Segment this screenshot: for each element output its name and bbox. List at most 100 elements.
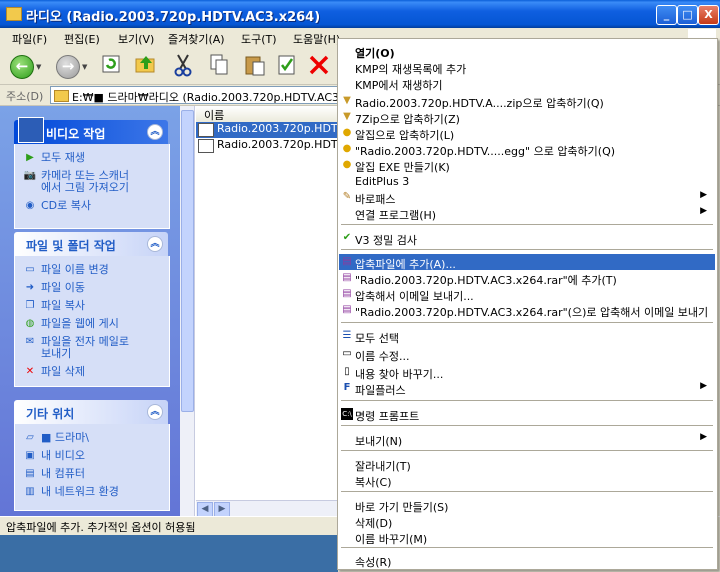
menu-item-editplus[interactable]: EditPlus 3 <box>339 173 715 189</box>
menu-separator <box>341 224 713 225</box>
task-copy[interactable]: ❐ 파일 복사 <box>23 300 85 312</box>
menu-item-alzip-exe[interactable]: ● 알집 EXE 만들기(K) <box>339 157 715 174</box>
task-move[interactable]: ➜ 파일 이동 <box>23 282 85 294</box>
back-dropdown-icon[interactable]: ▼ <box>36 63 41 71</box>
menu-item-7zip-compress[interactable]: ▼ 7Zip으로 압축하기(Z) <box>339 109 715 126</box>
menu-item-add-to-archive[interactable]: ▤ 압축파일에 추가(A)... <box>339 254 715 271</box>
horizontal-scrollbar[interactable]: ◀ ▶ <box>196 500 338 517</box>
vertical-scrollbar[interactable] <box>180 106 195 516</box>
task-publish-web[interactable]: ◍ 파일을 웹에 게시 <box>23 318 119 330</box>
menu-favorites[interactable]: 즐겨찾기(A) <box>168 31 225 47</box>
menu-item-send-to[interactable]: 보내기(N) ▶ <box>339 431 715 448</box>
menu-edit[interactable]: 편집(E) <box>64 31 100 47</box>
place-network[interactable]: ▥ 내 네트워크 환경 <box>23 486 119 498</box>
play-icon: ▶ <box>26 152 34 163</box>
menu-item-open[interactable]: 열기(O) <box>339 43 715 60</box>
paste-icon[interactable] <box>244 53 270 79</box>
menu-item-cut[interactable]: 잘라내기(T) <box>339 456 715 473</box>
delete-x-icon: ✕ <box>25 366 35 377</box>
network-icon: ▥ <box>25 486 35 497</box>
menu-item-copy[interactable]: 복사(C) <box>339 472 715 489</box>
collapse-chevron-icon[interactable]: ︽ <box>147 404 163 420</box>
task-email-line2[interactable]: 보내기 <box>41 348 71 360</box>
folder-icon: ▱ <box>26 432 34 443</box>
menu-separator <box>341 400 713 401</box>
collapse-chevron-icon[interactable]: ︽ <box>147 236 163 252</box>
menu-item-command-prompt[interactable]: C:\ 명령 프롬프트 <box>339 406 715 423</box>
camera-icon: 📷 <box>23 170 37 181</box>
menu-item-kmp-add-playlist[interactable]: KMP의 재생목록에 추가 <box>339 59 715 76</box>
menu-item-properties[interactable]: 속성(R) <box>339 552 715 569</box>
column-header-name[interactable]: 이름 <box>196 106 338 123</box>
copy-icon[interactable] <box>208 53 234 79</box>
up-folder-icon[interactable] <box>134 53 160 79</box>
menu-item-find-replace[interactable]: ▯ 내용 찾아 바꾸기... <box>339 364 715 381</box>
maximize-button[interactable]: □ <box>677 5 698 25</box>
menu-view[interactable]: 보기(V) <box>118 31 154 47</box>
cmd-icon: C:\ <box>341 408 353 420</box>
file-tasks-header[interactable]: 파일 및 폴더 작업 ︽ <box>14 232 168 256</box>
place-drama-folder[interactable]: ▱ ■ 드라마\ <box>23 432 89 444</box>
address-label: 주소(D) <box>6 90 44 103</box>
forward-arrow-icon[interactable]: → <box>56 55 80 79</box>
task-rename[interactable]: ▭ 파일 이름 변경 <box>23 264 108 276</box>
scroll-right-icon[interactable]: ▶ <box>214 502 230 517</box>
menu-tools[interactable]: 도구(T) <box>241 31 277 47</box>
menu-item-create-shortcut[interactable]: 바로 가기 만들기(S) <box>339 497 715 514</box>
alzip-icon: ● <box>342 127 352 138</box>
place-my-videos[interactable]: ▣ 내 비디오 <box>23 450 85 462</box>
cut-icon[interactable] <box>172 53 198 79</box>
menu-item-v3-scan[interactable]: ✔ V3 정밀 검사 <box>339 230 715 247</box>
refresh-icon[interactable] <box>100 53 126 79</box>
menu-item-select-all[interactable]: ☰ 모두 선택 <box>339 328 715 345</box>
scroll-thumb[interactable] <box>181 110 194 412</box>
window-title: 라디오 (Radio.2003.720p.HDTV.AC3.x264) <box>26 10 321 25</box>
computer-icon: ▤ <box>25 468 35 479</box>
menu-item-open-with[interactable]: 연결 프로그램(H) ▶ <box>339 205 715 222</box>
close-button[interactable]: X <box>698 5 719 25</box>
menu-item-compress-email[interactable]: ▤ 압축해서 이메일 보내기... <box>339 286 715 303</box>
menu-item-baropass[interactable]: ✎ 바로패스 ▶ <box>339 189 715 206</box>
task-import-from-camera-line2[interactable]: 에서 그림 가져오기 <box>41 182 129 194</box>
submenu-arrow-icon: ▶ <box>700 381 707 391</box>
menu-separator <box>341 491 713 492</box>
menu-item-compress-rar-email[interactable]: ▤ "Radio.2003.720p.HDTV.AC3.x264.rar"(으)로… <box>339 302 715 319</box>
place-my-computer[interactable]: ▤ 내 컴퓨터 <box>23 468 85 480</box>
menu-separator <box>341 450 713 451</box>
task-copy-to-cd[interactable]: ◉ CD로 복사 <box>23 200 91 212</box>
video-tasks-header[interactable]: 비디오 작업 ︽ <box>14 117 168 144</box>
folder-icon <box>54 90 69 102</box>
menu-item-zip-compress[interactable]: ▼ Radio.2003.720p.HDTV.A....zip으로 압축하기(Q) <box>339 93 715 110</box>
menu-file[interactable]: 파일(F) <box>12 31 47 47</box>
task-delete[interactable]: ✕ 파일 삭제 <box>23 366 85 378</box>
other-places-header[interactable]: 기타 위치 ︽ <box>14 400 168 424</box>
menu-item-fileplus[interactable]: F 파일플러스 ▶ <box>339 380 715 397</box>
forward-dropdown-icon[interactable]: ▼ <box>82 63 87 71</box>
properties-icon[interactable] <box>276 53 302 79</box>
menu-help[interactable]: 도움말(H) <box>293 31 340 47</box>
minimize-button[interactable]: _ <box>656 5 677 25</box>
menu-item-rename[interactable]: 이름 바꾸기(M) <box>339 529 715 546</box>
delete-icon[interactable] <box>308 53 334 79</box>
context-menu: 열기(O) KMP의 재생목록에 추가 KMP에서 재생하기 ▼ Radio.20… <box>337 38 718 570</box>
cd-icon: ◉ <box>25 200 35 211</box>
file-row[interactable]: Radio.2003.720p.HDTV.AC3.x264 <box>196 138 338 154</box>
menu-item-egg-compress[interactable]: ● "Radio.2003.720p.HDTV.....egg" 으로 압축하기(… <box>339 141 715 158</box>
move-icon: ➜ <box>25 282 35 293</box>
menu-separator <box>341 322 713 323</box>
menu-item-delete[interactable]: 삭제(D) <box>339 513 715 530</box>
menu-item-alzip-compress[interactable]: ● 알집으로 압축하기(L) <box>339 125 715 142</box>
collapse-chevron-icon[interactable]: ︽ <box>147 124 163 140</box>
task-play-all[interactable]: ▶ 모두 재생 <box>23 152 85 164</box>
scroll-left-icon[interactable]: ◀ <box>197 502 213 517</box>
file-row[interactable]: Radio.2003.720p.HDTV.AC3.x264 <box>196 122 338 138</box>
menu-item-add-to-rar[interactable]: ▤ "Radio.2003.720p.HDTV.AC3.x264.rar"에 추가… <box>339 270 715 287</box>
menu-item-kmp-play[interactable]: KMP에서 재생하기 <box>339 75 715 92</box>
menu-item-rename-edit[interactable]: ▭ 이름 수정... <box>339 346 715 363</box>
select-all-icon: ☰ <box>342 330 352 341</box>
back-arrow-icon[interactable]: ← <box>10 55 34 79</box>
winrar-icon: ▤ <box>342 256 352 267</box>
file-tasks-title: 파일 및 폴더 작업 <box>26 239 116 253</box>
subtitle-file-icon <box>198 139 214 153</box>
task-email[interactable]: ✉ 파일을 전자 메일로 <box>23 336 129 348</box>
